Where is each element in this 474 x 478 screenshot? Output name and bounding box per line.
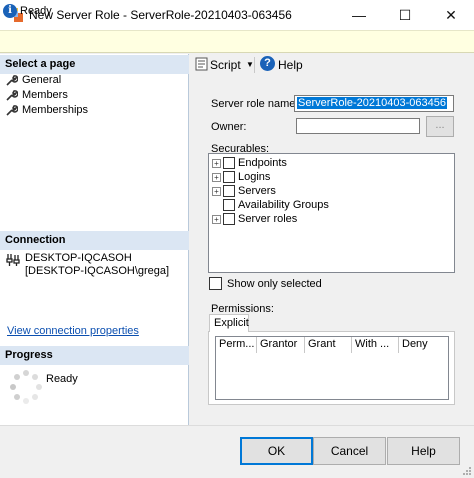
page-item-label: Memberships xyxy=(22,104,89,116)
script-dropdown-chevron-down-icon[interactable]: ▼ xyxy=(246,60,254,69)
toolbar-divider xyxy=(254,57,255,73)
page-item-label: Members xyxy=(22,89,68,101)
securable-checkbox[interactable] xyxy=(223,213,235,225)
footer-divider xyxy=(0,425,474,426)
securable-servers[interactable]: + Servers xyxy=(212,185,276,197)
securable-label: Logins xyxy=(238,171,271,183)
status-text: Ready xyxy=(20,5,52,17)
owner-label: Owner: xyxy=(211,121,247,133)
column-header-with-grant[interactable]: With ... xyxy=(352,337,399,353)
window-title: New Server Role - ServerRole-20210403-06… xyxy=(29,8,292,22)
script-button[interactable]: Script xyxy=(210,58,241,72)
connection-icon xyxy=(6,254,20,266)
resize-grip-icon[interactable] xyxy=(462,466,472,476)
help-toolbar-button[interactable]: Help xyxy=(278,58,303,72)
securable-checkbox[interactable] xyxy=(223,171,235,183)
connection-server: DESKTOP-IQCASOH xyxy=(25,252,132,264)
page-item-memberships[interactable]: Memberships xyxy=(6,104,88,116)
close-icon: ✕ xyxy=(445,6,457,23)
connection-user: [DESKTOP-IQCASOH\grega] xyxy=(25,265,170,277)
wrench-icon xyxy=(6,90,18,101)
owner-browse-button[interactable]: ... xyxy=(426,116,454,137)
expand-plus-icon[interactable]: + xyxy=(212,186,221,196)
progress-header: Progress xyxy=(0,346,189,365)
column-header-grant[interactable]: Grant xyxy=(305,337,352,353)
securable-label: Servers xyxy=(238,185,276,197)
tab-explicit[interactable]: Explicit xyxy=(209,314,249,332)
page-item-label: General xyxy=(22,74,62,86)
connection-info: DESKTOP-IQCASOH [DESKTOP-IQCASOH\grega] xyxy=(25,252,169,278)
info-icon: i xyxy=(3,4,17,18)
minimize-icon: — xyxy=(352,7,366,23)
securable-server-roles[interactable]: + Server roles xyxy=(212,213,297,225)
maximize-button[interactable]: ☐ xyxy=(382,0,428,30)
securable-checkbox[interactable] xyxy=(223,199,235,211)
role-name-input[interactable]: ServerRole-20210403-063456 xyxy=(294,95,454,112)
securable-checkbox[interactable] xyxy=(223,185,235,197)
help-button[interactable]: Help xyxy=(387,437,460,465)
owner-input[interactable] xyxy=(296,118,420,134)
progress-spinner-icon xyxy=(10,370,42,404)
script-icon[interactable] xyxy=(195,57,208,71)
show-only-selected-checkbox[interactable] xyxy=(209,277,222,290)
securable-logins[interactable]: + Logins xyxy=(212,171,270,183)
ok-button[interactable]: OK xyxy=(240,437,313,465)
page-item-members[interactable]: Members xyxy=(6,89,68,101)
expand-plus-icon[interactable]: + xyxy=(212,214,221,224)
minimize-button[interactable]: — xyxy=(336,0,382,30)
page-item-general[interactable]: General xyxy=(6,74,61,86)
close-button[interactable]: ✕ xyxy=(428,0,474,30)
cancel-button[interactable]: Cancel xyxy=(313,437,386,465)
view-connection-properties-link[interactable]: View connection properties xyxy=(7,325,139,337)
expand-plus-icon[interactable]: + xyxy=(212,172,221,182)
securable-label: Server roles xyxy=(238,213,298,225)
permissions-header-row: Perm... Grantor Grant With ... Deny xyxy=(216,337,448,353)
role-name-label: Server role name: xyxy=(211,98,299,110)
wrench-icon xyxy=(6,105,18,116)
column-header-grantor[interactable]: Grantor xyxy=(257,337,305,353)
expand-plus-icon[interactable]: + xyxy=(212,158,221,168)
select-page-header: Select a page xyxy=(0,55,189,74)
maximize-icon: ☐ xyxy=(398,6,412,23)
column-header-deny[interactable]: Deny xyxy=(399,337,448,353)
help-icon[interactable]: ? xyxy=(260,56,275,71)
securable-endpoints[interactable]: + Endpoints xyxy=(212,157,287,169)
securable-availability-groups[interactable]: Availability Groups xyxy=(212,199,329,211)
securable-checkbox[interactable] xyxy=(223,157,235,169)
role-name-value: ServerRole-20210403-063456 xyxy=(297,97,447,109)
wrench-icon xyxy=(6,75,18,86)
status-bar xyxy=(0,30,474,53)
connection-header: Connection xyxy=(0,231,189,250)
column-header-permission[interactable]: Perm... xyxy=(216,337,257,353)
show-only-selected-label[interactable]: Show only selected xyxy=(227,278,322,290)
securable-label: Endpoints xyxy=(238,157,287,169)
securable-label: Availability Groups xyxy=(238,199,329,211)
progress-status: Ready xyxy=(46,373,78,385)
